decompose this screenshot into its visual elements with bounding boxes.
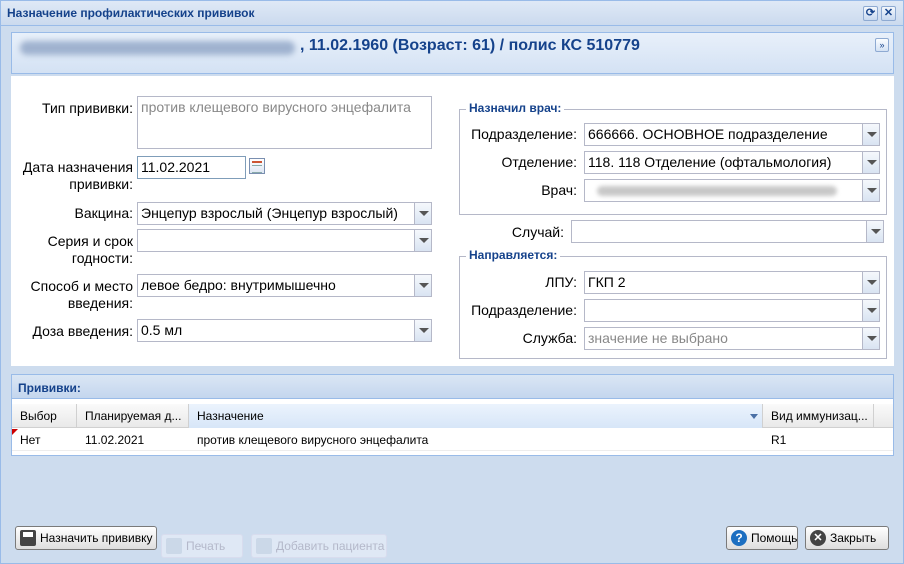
service-placeholder: значение не выбрано [588, 330, 728, 346]
series-label-line2: годности: [71, 250, 133, 266]
vaccination-dialog: Назначение профилактических прививок ⟳ ✕… [0, 0, 904, 564]
help-button[interactable]: ? Помощь [726, 526, 798, 550]
column-header-choice[interactable]: Выбор [12, 404, 77, 428]
doctor-department-value: 118. 118 Отделение (офтальмология) [588, 154, 832, 170]
refresh-icon[interactable]: ⟳ [863, 6, 878, 21]
case-combo[interactable] [571, 220, 884, 243]
date-input[interactable]: 11.02.2021 [137, 156, 246, 179]
add-patient-icon [256, 538, 272, 554]
method-label-line1: Способ и место [30, 278, 134, 294]
print-icon [166, 538, 182, 554]
column-header-purpose[interactable]: Назначение [189, 404, 763, 428]
column-header-kind[interactable]: Вид иммунизац... [763, 404, 874, 428]
doctor-label: Врач: [541, 182, 577, 198]
window-titlebar[interactable]: Назначение профилактических прививок ⟳ ✕ [1, 1, 903, 26]
grid-title: Прививки: [12, 375, 893, 399]
lpu-combo[interactable]: ГКП 2 [584, 271, 880, 294]
date-label-line1: Дата назначения [22, 159, 133, 175]
patient-name-redacted [20, 41, 295, 55]
doctor-department-label: Отделение: [501, 154, 577, 170]
doctor-division-value: 666666. ОСНОВНОЕ подразделение [588, 126, 828, 142]
cell-date: 11.02.2021 [85, 433, 145, 447]
chevron-down-icon[interactable] [414, 203, 431, 224]
doctor-division-label: Подразделение: [471, 126, 577, 142]
sort-menu-icon[interactable] [750, 414, 758, 419]
table-row[interactable]: Нет 11.02.2021 против клещевого вирусног… [12, 429, 893, 451]
method-value: левое бедро: внутримышечно [141, 277, 336, 293]
help-icon: ? [731, 530, 747, 546]
collapse-icon[interactable]: » [875, 38, 889, 52]
add-patient-button[interactable]: Добавить пациента [251, 534, 387, 558]
doctor-legend: Назначил врач: [466, 101, 565, 115]
doctor-name-redacted [597, 186, 837, 196]
service-label: Служба: [522, 330, 577, 346]
chevron-down-icon[interactable] [414, 230, 431, 251]
cell-choice: Нет [20, 433, 41, 447]
lpu-value: ГКП 2 [588, 274, 626, 290]
chevron-down-icon[interactable] [862, 300, 879, 321]
help-label: Помощь [751, 531, 798, 545]
patient-header: , 11.02.1960 (Возраст: 61) / полис КС 51… [11, 32, 894, 74]
column-header-date[interactable]: Планируемая д... [77, 404, 189, 428]
cell-kind: R1 [771, 433, 787, 447]
column-header-purpose-label: Назначение [197, 409, 264, 423]
patient-info: , 11.02.1960 (Возраст: 61) / полис КС 51… [300, 37, 640, 54]
lpu-label: ЛПУ: [545, 274, 577, 290]
dose-label: Доза введения: [32, 323, 133, 339]
cell-purpose: против клещевого вирусного энцефалита [197, 433, 429, 447]
vaccinations-grid: Прививки: Выбор Планируемая д... Назначе… [11, 374, 894, 456]
add-patient-label: Добавить пациента [276, 539, 385, 553]
assign-vaccination-label: Назначить прививку [40, 531, 153, 545]
directed-division-combo[interactable] [584, 299, 880, 322]
close-window-icon[interactable]: ✕ [881, 6, 896, 21]
doctor-combo[interactable] [584, 179, 880, 202]
chevron-down-icon[interactable] [866, 221, 883, 242]
window-title: Назначение профилактических прививок [7, 6, 255, 20]
dose-value: 0.5 мл [141, 322, 183, 338]
series-label-line1: Серия и срок [47, 233, 133, 249]
directed-legend: Направляется: [466, 248, 561, 262]
save-icon [20, 530, 36, 546]
date-label-line2: прививки: [69, 176, 133, 192]
series-combo[interactable] [137, 229, 432, 252]
method-combo[interactable]: левое бедро: внутримышечно [137, 274, 432, 297]
chevron-down-icon[interactable] [862, 272, 879, 293]
chevron-down-icon[interactable] [862, 328, 879, 349]
calendar-icon[interactable] [249, 158, 265, 174]
case-label: Случай: [511, 224, 564, 240]
chevron-down-icon[interactable] [862, 124, 879, 145]
vaccine-label: Вакцина: [74, 205, 134, 221]
dose-combo[interactable]: 0.5 мл [137, 319, 432, 342]
doctor-department-combo[interactable]: 118. 118 Отделение (офтальмология) [584, 151, 880, 174]
chevron-down-icon[interactable] [862, 152, 879, 173]
service-combo[interactable]: значение не выбрано [584, 327, 880, 350]
form-panel: Тип прививки: против клещевого вирусного… [11, 76, 894, 366]
print-label: Печать [186, 539, 226, 553]
chevron-down-icon[interactable] [414, 275, 431, 296]
close-button[interactable]: ✕ Закрыть [805, 526, 889, 550]
close-icon: ✕ [810, 530, 826, 546]
vaccine-value: Энцепур взрослый (Энцепур взрослый) [141, 205, 398, 221]
print-button[interactable]: Печать [161, 534, 243, 558]
chevron-down-icon[interactable] [414, 320, 431, 341]
chevron-down-icon[interactable] [862, 180, 879, 201]
grid-header: Выбор Планируемая д... Назначение Вид им… [12, 404, 893, 428]
doctor-division-combo[interactable]: 666666. ОСНОВНОЕ подразделение [584, 123, 880, 146]
assign-vaccination-button[interactable]: Назначить прививку [15, 526, 157, 550]
method-label-line2: введения: [67, 295, 133, 311]
directed-division-label: Подразделение: [471, 302, 577, 318]
close-label: Закрыть [830, 531, 877, 545]
vaccine-combo[interactable]: Энцепур взрослый (Энцепур взрослый) [137, 202, 432, 225]
vaccination-type-field[interactable]: против клещевого вирусного энцефалита [137, 96, 432, 149]
vaccination-type-label: Тип прививки: [42, 100, 133, 116]
